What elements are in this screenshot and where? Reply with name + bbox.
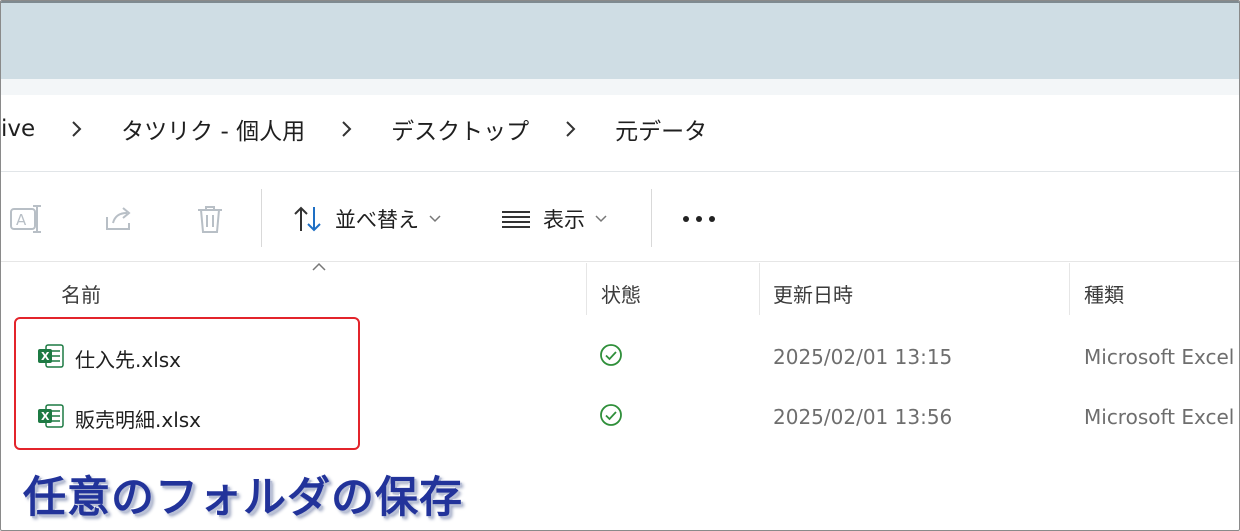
svg-text:A: A (16, 211, 27, 229)
synced-check-icon (600, 344, 622, 366)
file-type: Microsoft Excel (1084, 345, 1235, 369)
column-divider[interactable] (586, 263, 587, 315)
toolbar-divider (651, 189, 652, 247)
file-type: Microsoft Excel (1084, 405, 1235, 429)
column-divider[interactable] (1069, 263, 1070, 315)
file-modified-date: 2025/02/01 13:15 (773, 345, 953, 369)
annotation-caption: 任意のフォルダの保存 (23, 473, 463, 523)
chevron-down-icon (595, 212, 607, 226)
synced-check-icon (600, 404, 622, 426)
toolbar-divider (261, 189, 262, 247)
sort-label: 並べ替え (335, 208, 419, 232)
more-options-button[interactable] (681, 211, 717, 227)
share-icon (106, 207, 131, 230)
chevron-right-icon[interactable] (71, 120, 83, 138)
column-header-type[interactable]: 種類 (1084, 279, 1124, 308)
breadcrumb-item-onedrive[interactable]: ive (1, 116, 35, 142)
view-button[interactable]: 表示 (499, 203, 607, 235)
files-highlight-box (14, 317, 360, 450)
column-header-name[interactable]: 名前 (61, 279, 101, 308)
title-bar (1, 1, 1239, 79)
file-explorer-window: ive タツリク - 個人用 デスクトップ 元データ A 並べ替え 表示 名前 … (0, 0, 1240, 531)
sort-ascending-caret-icon (312, 262, 326, 271)
chevron-right-icon[interactable] (565, 120, 577, 138)
view-label: 表示 (543, 208, 585, 232)
command-bar (1, 172, 1239, 260)
chevron-down-icon (429, 212, 441, 226)
breadcrumb: ive タツリク - 個人用 デスクトップ 元データ (1, 109, 707, 149)
more-dots-icon (683, 216, 715, 222)
list-view-icon (502, 211, 530, 228)
chevron-right-icon[interactable] (341, 120, 353, 138)
column-header-status[interactable]: 状態 (601, 279, 641, 308)
rename-button[interactable]: A (9, 203, 45, 235)
column-divider[interactable] (759, 263, 760, 315)
sort-button[interactable]: 並べ替え (291, 203, 441, 235)
breadcrumb-item-current-folder[interactable]: 元データ (615, 112, 707, 146)
trash-icon (198, 206, 222, 233)
file-modified-date: 2025/02/01 13:56 (773, 405, 953, 429)
delete-button[interactable] (195, 203, 225, 235)
rename-icon: A (10, 205, 41, 233)
sort-arrows-icon (294, 206, 321, 232)
breadcrumb-item-personal[interactable]: タツリク - 個人用 (121, 112, 305, 146)
breadcrumb-item-desktop[interactable]: デスクトップ (391, 112, 529, 146)
address-strip (1, 79, 1239, 95)
share-button[interactable] (103, 203, 135, 235)
column-header-modified[interactable]: 更新日時 (773, 279, 853, 308)
